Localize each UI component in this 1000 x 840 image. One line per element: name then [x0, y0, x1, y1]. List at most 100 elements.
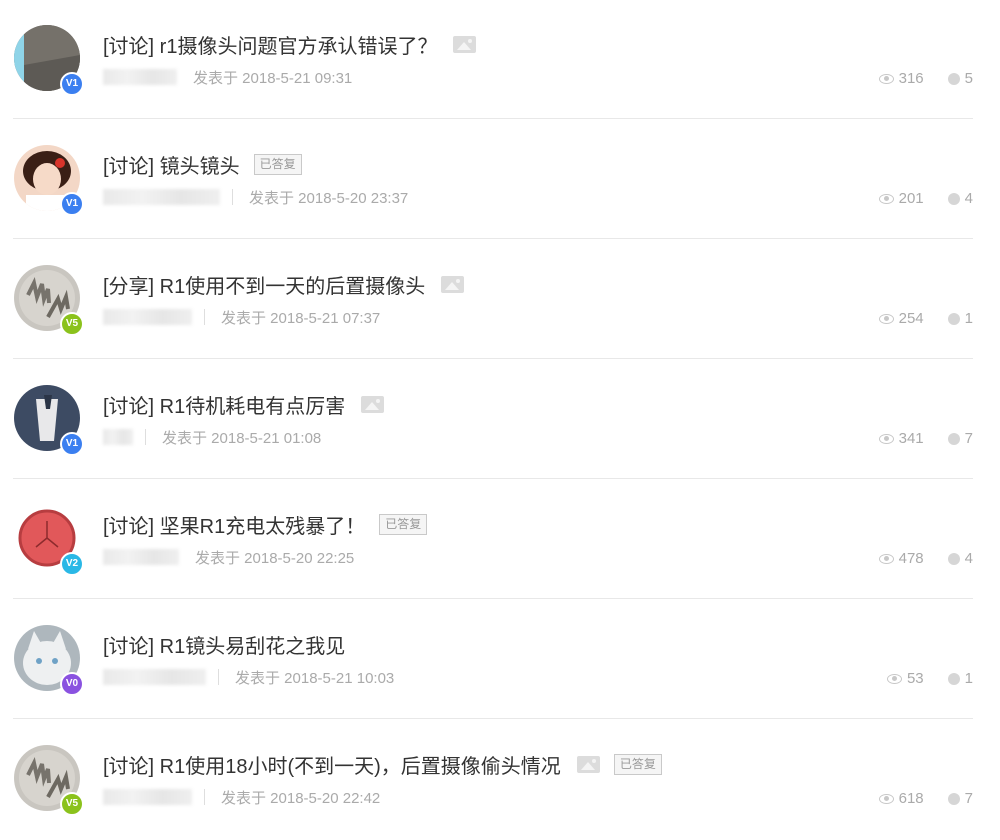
thread-stats: 201 4	[878, 190, 973, 207]
thread-row[interactable]: V1 [讨论] R1待机耗电有点厉害发表于 2018-5-21 01:08 341 7	[0, 360, 1000, 480]
reply-dot-icon	[947, 432, 960, 445]
thread-title-link[interactable]: [讨论] 坚果R1充电太残暴了！	[103, 510, 365, 539]
meta-row: 发表于 2018-5-20 23:37	[103, 187, 408, 207]
view-count: 316	[898, 70, 924, 87]
view-count: 618	[898, 790, 924, 807]
thread-row[interactable]: V5 [讨论] R1使用18小时(不到一天)，后置摄像偷头情况 已答复发表于 201…	[0, 720, 1000, 840]
view-count: 478	[898, 550, 924, 567]
thread-row[interactable]: V5 [分享] R1使用不到一天的后置摄像头发表于 2018-5-21 07:37…	[0, 240, 1000, 360]
reply-dot-icon	[947, 192, 960, 205]
author-name-blurred[interactable]	[103, 429, 133, 445]
title-row: [讨论] R1待机耗电有点厉害	[103, 390, 385, 419]
thread-title-link[interactable]: [讨论] R1镜头易刮花之我见	[103, 630, 345, 659]
thread-row[interactable]: V0 [讨论] R1镜头易刮花之我见发表于 2018-5-21 10:03 53 1	[0, 600, 1000, 720]
reply-dot-icon	[947, 552, 960, 565]
meta-row: 发表于 2018-5-20 22:25	[103, 547, 354, 567]
thread-stats: 478 4	[878, 550, 973, 567]
thread-title-link[interactable]: [讨论] 镜头镜头	[103, 150, 240, 179]
author-name-blurred[interactable]	[103, 309, 192, 325]
posted-time: 发表于 2018-5-20 23:37	[249, 189, 409, 207]
thread-title-link[interactable]: [讨论] R1待机耗电有点厉害	[103, 390, 345, 419]
views-eye-icon	[878, 433, 894, 444]
author-name-blurred[interactable]	[103, 549, 179, 565]
image-attachment-icon	[453, 35, 477, 53]
reply-count: 1	[964, 310, 973, 327]
views-eye-icon	[878, 793, 894, 804]
thread-title-link[interactable]: [讨论] r1摄像头问题官方承认错误了？	[103, 30, 437, 59]
view-count: 201	[898, 190, 924, 207]
title-row: [讨论] 坚果R1充电太残暴了！ 已答复	[103, 510, 428, 539]
image-attachment-icon	[576, 755, 600, 773]
title-row: [讨论] 镜头镜头 已答复	[103, 150, 302, 178]
thread-row[interactable]: V1 [讨论] r1摄像头问题官方承认错误了？ 发表于 2018-5-21 09:3…	[0, 0, 1000, 120]
posted-time: 发表于 2018-5-21 01:08	[162, 429, 322, 447]
title-row: [分享] R1使用不到一天的后置摄像头	[103, 270, 465, 299]
thread-stats: 254 1	[878, 310, 973, 327]
thread-list: V1 [讨论] r1摄像头问题官方承认错误了？ 发表于 2018-5-21 09:3…	[0, 0, 1000, 827]
reply-count: 1	[964, 670, 973, 687]
row-divider	[13, 238, 973, 239]
answered-badge: 已答复	[613, 753, 662, 775]
meta-separator	[218, 669, 219, 685]
reply-count: 4	[964, 550, 973, 567]
author-name-blurred[interactable]	[103, 69, 177, 85]
thread-title-link[interactable]: [讨论] R1使用18小时(不到一天)，后置摄像偷头情况	[103, 750, 561, 779]
meta-row: 发表于 2018-5-21 10:03	[103, 667, 394, 687]
meta-separator	[145, 429, 146, 445]
row-divider	[13, 598, 973, 599]
meta-row: 发表于 2018-5-21 07:37	[103, 307, 380, 327]
author-name-blurred[interactable]	[103, 789, 192, 805]
thread-stats: 316 5	[878, 70, 973, 87]
reply-dot-icon	[947, 672, 960, 685]
reply-count: 5	[964, 70, 973, 87]
thread-stats: 341 7	[878, 430, 973, 447]
level-badge: V0	[60, 672, 84, 696]
view-count: 53	[906, 670, 924, 687]
meta-row: 发表于 2018-5-20 22:42	[103, 787, 380, 807]
views-eye-icon	[878, 553, 894, 564]
row-divider	[13, 478, 973, 479]
level-badge: V1	[60, 192, 84, 216]
views-eye-icon	[886, 673, 902, 684]
thread-row[interactable]: V1 [讨论] 镜头镜头 已答复 发表于 2018-5-20 23:37 201 4	[0, 120, 1000, 240]
level-badge: V5	[60, 312, 84, 336]
thread-stats: 53 1	[886, 670, 973, 687]
reply-count: 7	[964, 430, 973, 447]
title-row: [讨论] r1摄像头问题官方承认错误了？	[103, 30, 477, 59]
author-name-blurred[interactable]	[103, 669, 206, 685]
level-badge: V1	[60, 72, 84, 96]
meta-separator	[204, 789, 205, 805]
thread-row[interactable]: V2 [讨论] 坚果R1充电太残暴了！ 已答复 发表于 2018-5-20 22:25…	[0, 480, 1000, 600]
meta-separator	[232, 189, 233, 205]
answered-badge: 已答复	[253, 153, 302, 175]
reply-dot-icon	[947, 72, 960, 85]
reply-dot-icon	[947, 312, 960, 325]
image-attachment-icon	[441, 275, 465, 293]
row-divider	[13, 118, 973, 119]
posted-time: 发表于 2018-5-21 09:31	[193, 69, 353, 87]
image-attachment-icon	[361, 395, 385, 413]
row-divider	[13, 718, 973, 719]
posted-time: 发表于 2018-5-20 22:42	[221, 789, 381, 807]
reply-count: 7	[964, 790, 973, 807]
thread-stats: 618 7	[878, 790, 973, 807]
title-row: [讨论] R1镜头易刮花之我见	[103, 630, 345, 658]
view-count: 254	[898, 310, 924, 327]
thread-title-link[interactable]: [分享] R1使用不到一天的后置摄像头	[103, 270, 425, 299]
meta-row: 发表于 2018-5-21 01:08	[103, 427, 321, 447]
meta-separator	[204, 309, 205, 325]
answered-badge: 已答复	[379, 513, 428, 535]
view-count: 341	[898, 430, 924, 447]
posted-time: 发表于 2018-5-21 07:37	[221, 309, 381, 327]
views-eye-icon	[878, 193, 894, 204]
views-eye-icon	[878, 73, 894, 84]
level-badge: V5	[60, 792, 84, 816]
reply-dot-icon	[947, 792, 960, 805]
meta-row: 发表于 2018-5-21 09:31	[103, 67, 352, 87]
reply-count: 4	[964, 190, 973, 207]
posted-time: 发表于 2018-5-20 22:25	[195, 549, 355, 567]
author-name-blurred[interactable]	[103, 189, 220, 205]
level-badge: V1	[60, 432, 84, 456]
posted-time: 发表于 2018-5-21 10:03	[235, 669, 395, 687]
views-eye-icon	[878, 313, 894, 324]
